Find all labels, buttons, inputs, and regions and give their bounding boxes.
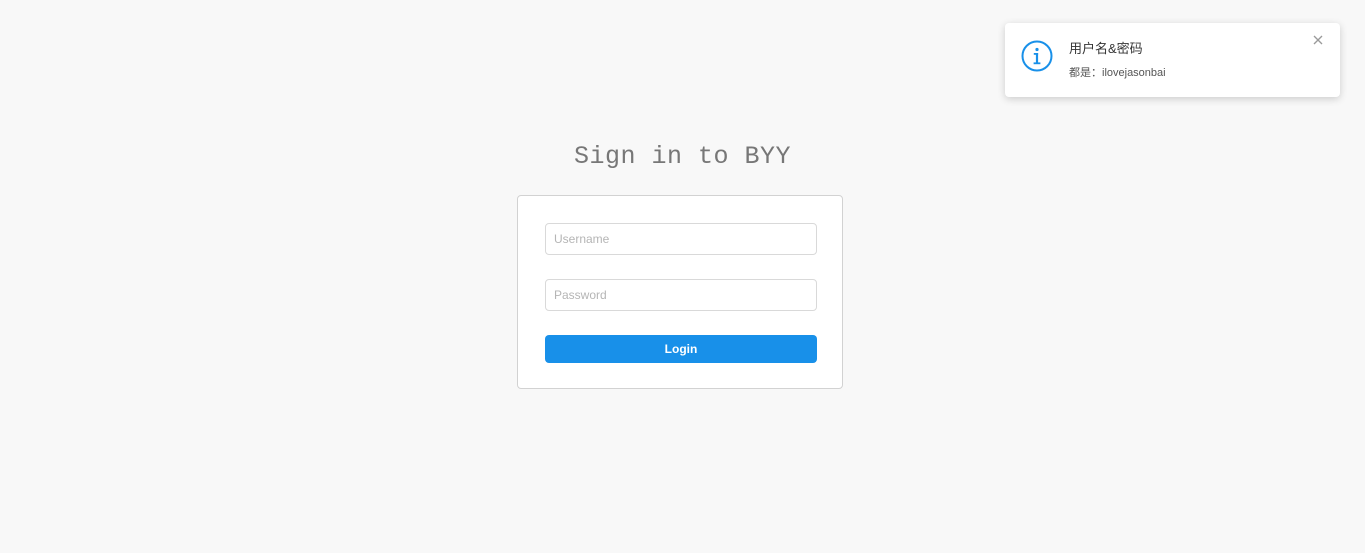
page-title-text: Sign in to BYY [573, 142, 792, 171]
notification-toast: 用户名&密码 都是：ilovejasonbai [1005, 23, 1340, 97]
close-icon[interactable] [1311, 33, 1325, 47]
username-input[interactable] [545, 223, 817, 255]
login-page: Sign in to BYY Login 用户名&密码 都是：ilovejaso… [0, 0, 1365, 553]
page-title: Sign in to BYY [0, 140, 1365, 174]
login-card: Login [517, 195, 843, 389]
password-input[interactable] [545, 279, 817, 311]
notification-title: 用户名&密码 [1069, 41, 1143, 56]
login-button[interactable]: Login [545, 335, 817, 363]
info-circle-icon [1021, 40, 1053, 72]
notification-description: 都是：ilovejasonbai [1069, 67, 1166, 79]
